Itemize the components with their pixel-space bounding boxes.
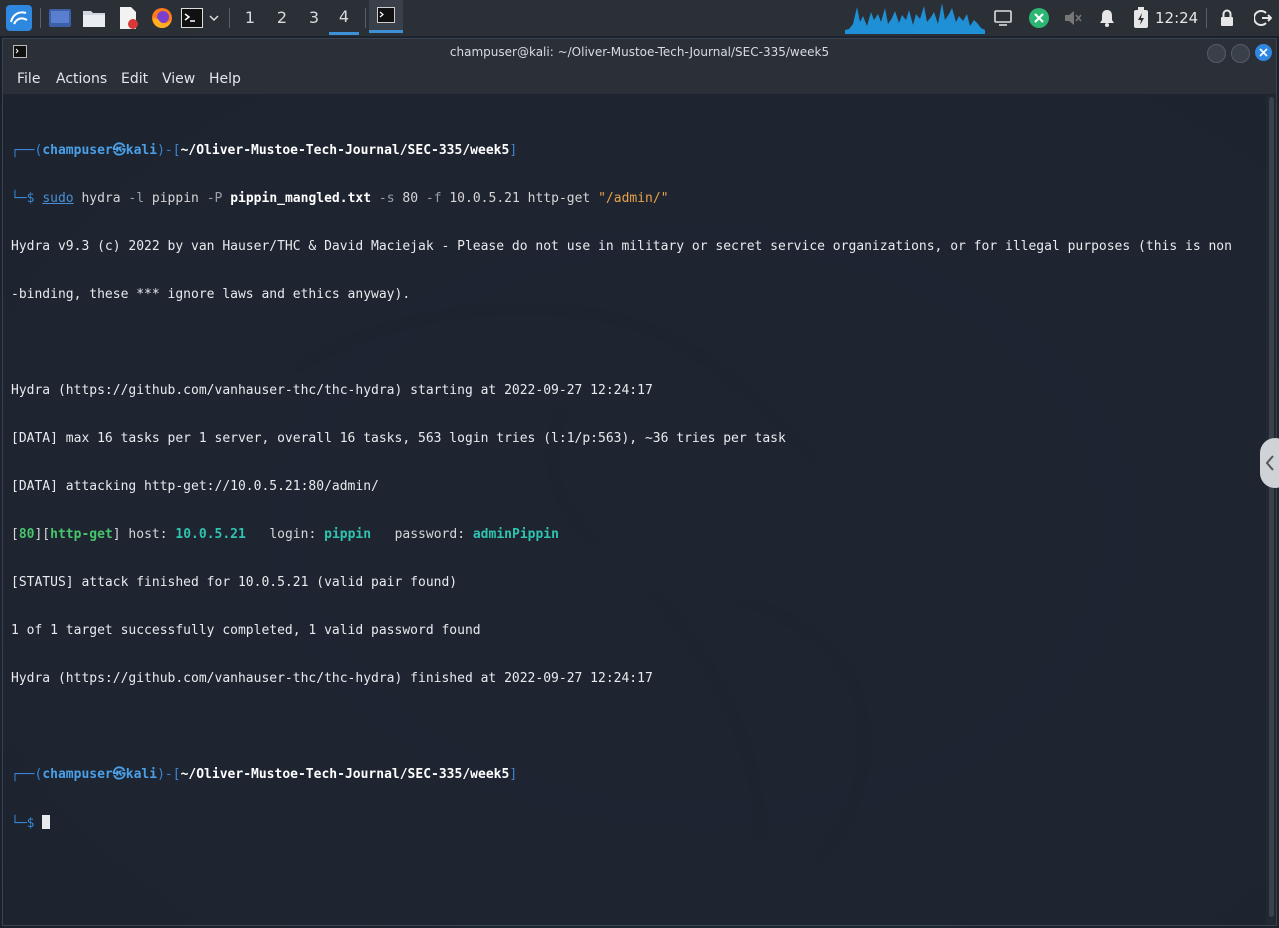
file-manager-icon[interactable]	[80, 3, 108, 33]
output-line: [DATA] attacking http-get://10.0.5.21:80…	[11, 479, 379, 494]
maximize-button[interactable]	[1231, 44, 1250, 63]
command-line: └─$ sudo hydra -l pippin -P pippin_mangl…	[11, 191, 669, 206]
cpu-graph	[845, 2, 985, 34]
network-icon[interactable]	[992, 3, 1014, 33]
menu-view[interactable]: View	[162, 71, 195, 87]
text-editor-icon[interactable]	[114, 3, 142, 33]
taskbar-terminal-window[interactable]	[369, 0, 403, 33]
output-line: Hydra (https://github.com/vanhauser-thc/…	[11, 671, 653, 686]
workspace-1[interactable]: 1	[235, 0, 265, 35]
workspace-3[interactable]: 3	[299, 0, 329, 35]
close-button[interactable]	[1255, 44, 1272, 61]
menu-help[interactable]: Help	[209, 71, 241, 87]
notification-bell-icon[interactable]	[1097, 3, 1117, 33]
window-titlebar[interactable]: champuser@kali: ~/Oliver-Mustoe-Tech-Jou…	[3, 39, 1276, 66]
prompt-line: ┌──(champuser㉿kali)-[~/Oliver-Mustoe-Tec…	[11, 767, 518, 782]
terminal-icon[interactable]	[180, 3, 204, 33]
window-title: champuser@kali: ~/Oliver-Mustoe-Tech-Jou…	[449, 45, 830, 59]
output-line: Hydra (https://github.com/vanhauser-thc/…	[11, 383, 653, 398]
mute-icon[interactable]	[1062, 3, 1084, 33]
output-line: [STATUS] attack finished for 10.0.5.21 (…	[11, 575, 458, 590]
terminal-window[interactable]: champuser@kali: ~/Oliver-Mustoe-Tech-Jou…	[2, 38, 1277, 926]
output-line: -binding, these *** ignore laws and ethi…	[11, 287, 411, 302]
logout-icon[interactable]	[1251, 3, 1275, 33]
firefox-icon[interactable]	[148, 3, 176, 33]
show-desktop-icon[interactable]	[46, 3, 74, 33]
output-line: [DATA] max 16 tasks per 1 server, overal…	[11, 431, 786, 446]
menu-file[interactable]: File	[17, 71, 40, 87]
workspace-4[interactable]: 4	[329, 0, 359, 35]
updates-icon[interactable]	[1027, 3, 1051, 33]
menu-bar: File Actions Edit View Help	[3, 66, 1276, 94]
side-panel-handle[interactable]	[1260, 438, 1279, 488]
menu-edit[interactable]: Edit	[121, 71, 148, 87]
menu-actions[interactable]: Actions	[56, 71, 107, 87]
prompt-line: ┌──(champuser㉿kali)-[~/Oliver-Mustoe-Tec…	[11, 143, 518, 158]
output-line: 1 of 1 target successfully completed, 1 …	[11, 623, 481, 638]
terminal-output[interactable]: ┌──(champuser㉿kali)-[~/Oliver-Mustoe-Tec…	[11, 111, 1264, 863]
workspace-2[interactable]: 2	[267, 0, 297, 35]
clock[interactable]: 12:24	[1155, 0, 1198, 36]
kali-menu-icon[interactable]	[3, 3, 35, 33]
close-icon	[1259, 48, 1268, 57]
found-credentials-line: [80][http-get] host: 10.0.5.21 login: pi…	[11, 527, 559, 542]
battery-icon[interactable]	[1130, 3, 1152, 33]
lock-icon[interactable]	[1216, 3, 1238, 33]
text-cursor	[42, 815, 51, 829]
chevron-left-icon	[1265, 455, 1274, 471]
input-line[interactable]: └─$	[11, 815, 1264, 831]
top-panel: 1 2 3 4 12:24	[0, 0, 1279, 37]
minimize-button[interactable]	[1207, 44, 1226, 63]
scrollbar-thumb[interactable]	[1269, 97, 1274, 917]
output-line: Hydra v9.3 (c) 2022 by van Hauser/THC & …	[11, 239, 1232, 254]
terminal-icon	[377, 7, 395, 23]
chevron-down-icon[interactable]	[206, 3, 222, 33]
